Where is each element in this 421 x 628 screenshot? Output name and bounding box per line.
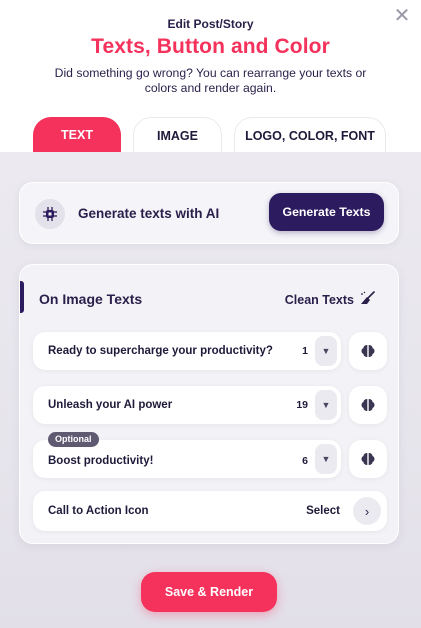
brain-icon[interactable]: [349, 440, 387, 478]
brain-icon[interactable]: [349, 332, 387, 370]
text-row[interactable]: Unleash your AI power 19 ▼: [33, 386, 341, 424]
tab-text[interactable]: TEXT: [33, 117, 121, 153]
text-row-value[interactable]: Boost productivity!: [48, 455, 153, 467]
text-row[interactable]: Optional Boost productivity! 6 ▼: [33, 432, 341, 478]
on-image-texts-panel: On Image Texts Clean Texts Ready to supe…: [19, 264, 399, 544]
clean-texts-button[interactable]: Clean Texts: [285, 291, 376, 308]
broom-icon: [360, 291, 376, 308]
text-row-count: 6: [302, 455, 308, 467]
dialog-kicker: Edit Post/Story: [167, 17, 254, 31]
ai-chip-icon: [35, 199, 65, 229]
chevron-down-icon[interactable]: ▼: [315, 444, 337, 474]
text-row-value[interactable]: Unleash your AI power: [48, 399, 172, 411]
chevron-down-icon[interactable]: ▼: [315, 390, 337, 420]
tab-logo-color-font[interactable]: LOGO, COLOR, FONT: [234, 117, 386, 153]
optional-badge: Optional: [48, 432, 99, 447]
panel-accent-bar: [20, 281, 24, 313]
cta-select-button[interactable]: Select: [306, 505, 340, 517]
chevron-right-icon[interactable]: ›: [353, 497, 381, 525]
brain-icon[interactable]: [349, 386, 387, 424]
call-to-action-row[interactable]: Call to Action Icon Select ›: [33, 491, 387, 531]
generate-texts-button[interactable]: Generate Texts: [269, 193, 384, 231]
chevron-down-icon[interactable]: ▼: [315, 336, 337, 366]
cta-label: Call to Action Icon: [48, 505, 149, 517]
ai-generate-card: Generate texts with AI Generate Texts: [19, 182, 399, 244]
clean-texts-label: Clean Texts: [284, 292, 354, 307]
text-row-count: 1: [302, 345, 308, 357]
text-row-value[interactable]: Ready to supercharge your productivity?: [48, 345, 273, 357]
tab-bar: TEXT IMAGE LOGO, COLOR, FONT: [0, 117, 421, 153]
text-row-count: 19: [296, 399, 308, 411]
text-row[interactable]: Ready to supercharge your productivity? …: [33, 332, 341, 370]
header: ✕ Edit Post/Story Texts, Button and Colo…: [0, 0, 421, 153]
dialog-title: Texts, Button and Color: [91, 35, 330, 58]
dialog-subtitle: Did something go wrong? You can rearrang…: [54, 66, 367, 95]
panel-title: On Image Texts: [39, 291, 143, 307]
ai-generate-label: Generate texts with AI: [78, 206, 220, 221]
save-render-button[interactable]: Save & Render: [141, 572, 277, 612]
tab-image[interactable]: IMAGE: [133, 117, 222, 153]
tab-content: Generate texts with AI Generate Texts On…: [0, 152, 421, 628]
